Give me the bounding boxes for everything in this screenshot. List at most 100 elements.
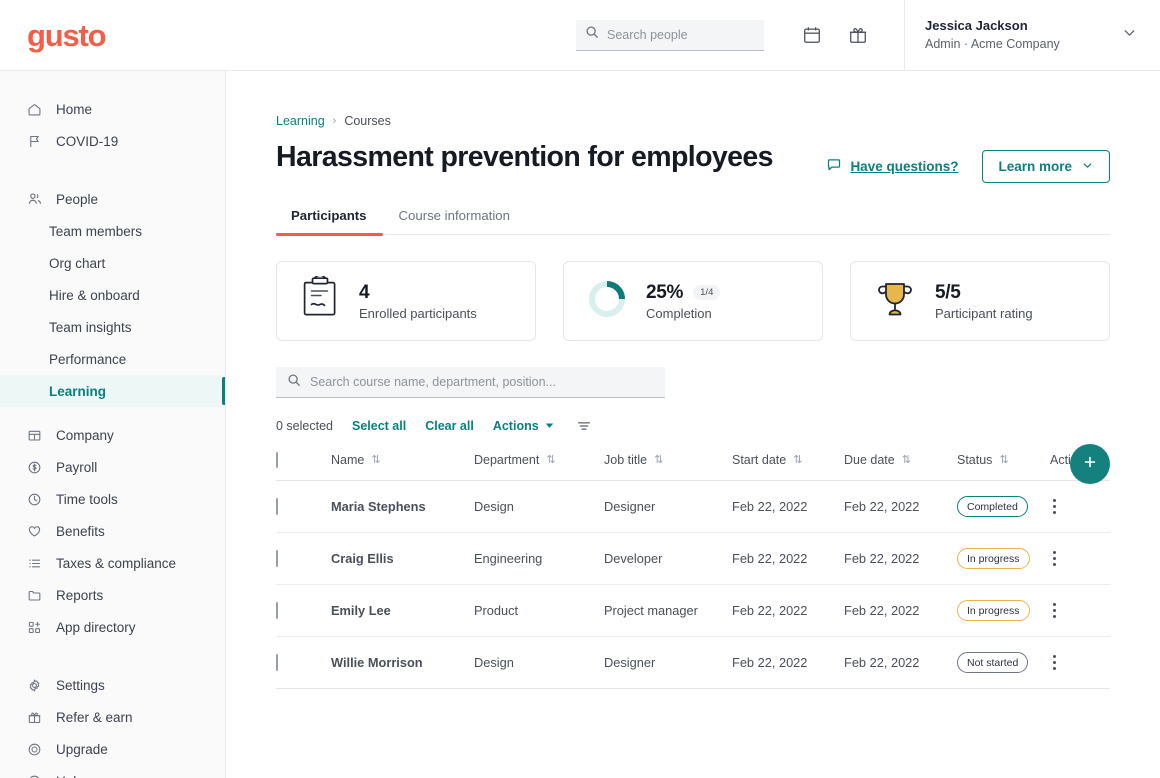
add-participant-button[interactable] [1070, 444, 1110, 484]
row-checkbox[interactable] [276, 550, 278, 567]
sort-icon[interactable]: ⇅ [902, 455, 911, 466]
actions-dropdown[interactable]: Actions [493, 419, 554, 433]
table-row[interactable]: Craig Ellis Engineering Developer Feb 22… [276, 533, 1110, 585]
column-label: Status [957, 453, 992, 467]
card-enrolled-participants: 4 Enrolled participants [276, 261, 536, 341]
sidebar-item-reports[interactable]: Reports [0, 579, 225, 611]
page-title: Harassment prevention for employees [276, 141, 826, 175]
sort-icon[interactable]: ⇅ [999, 455, 1008, 466]
sidebar-item-hire-and-onboard[interactable]: Hire & onboard [0, 279, 225, 311]
sort-icon[interactable]: ⇅ [654, 455, 663, 466]
plus-icon [1082, 454, 1098, 475]
sidebar-spacer-2 [0, 407, 225, 419]
gusto-logo[interactable]: gusto [0, 20, 226, 51]
column-header-start-date[interactable]: Start date ⇅ [732, 453, 844, 481]
sidebar-item-org-chart[interactable]: Org chart [0, 247, 225, 279]
actions-label: Actions [493, 419, 539, 433]
clear-all-link[interactable]: Clear all [425, 419, 474, 433]
column-header-due-date[interactable]: Due date ⇅ [844, 453, 957, 481]
sidebar-item-learning[interactable]: Learning [0, 375, 225, 407]
sidebar-item-people[interactable]: People [0, 183, 225, 215]
chevron-down-icon[interactable] [1121, 24, 1160, 46]
filter-icon[interactable] [576, 418, 592, 434]
select-all-link[interactable]: Select all [352, 419, 406, 433]
sidebar-item-payroll[interactable]: Payroll [0, 451, 225, 483]
chat-bubble-icon [826, 157, 842, 176]
donut-progress-icon [586, 278, 628, 325]
sidebar-item-benefits[interactable]: Benefits [0, 515, 225, 547]
sidebar-item-label: Hire & onboard [49, 288, 140, 303]
card-value: 5/5 [935, 282, 961, 304]
upgrade-icon [26, 741, 43, 758]
column-header-job-title[interactable]: Job title ⇅ [604, 453, 732, 481]
gift-icon[interactable] [848, 25, 868, 45]
select-all-checkbox[interactable] [276, 452, 278, 468]
selected-count: 0 selected [276, 419, 333, 433]
question-circle-icon [26, 773, 43, 778]
tab-course-information[interactable]: Course information [383, 208, 526, 234]
sidebar-item-covid-19[interactable]: COVID-19 [0, 125, 225, 157]
row-checkbox[interactable] [276, 654, 278, 671]
breadcrumb-separator: › [333, 115, 337, 127]
sidebar-item-company[interactable]: Company [0, 419, 225, 451]
top-bar: gusto Search people [0, 0, 1160, 71]
active-indicator [222, 377, 225, 405]
row-menu-icon[interactable] [1050, 655, 1110, 671]
completion-fraction-badge: 1/4 [693, 285, 720, 300]
sidebar-item-help[interactable]: Help [0, 765, 225, 778]
table-row[interactable]: Emily Lee Product Project manager Feb 22… [276, 585, 1110, 637]
sidebar-item-performance[interactable]: Performance [0, 343, 225, 375]
sidebar-item-upgrade[interactable]: Upgrade [0, 733, 225, 765]
cell-department: Engineering [474, 533, 604, 585]
sort-icon[interactable]: ⇅ [793, 455, 802, 466]
calendar-icon[interactable] [802, 25, 822, 45]
row-menu-icon[interactable] [1050, 499, 1110, 515]
dollar-circle-icon [26, 459, 43, 476]
search-icon [585, 25, 599, 44]
table-row[interactable]: Maria Stephens Design Designer Feb 22, 2… [276, 481, 1110, 533]
row-checkbox[interactable] [276, 498, 278, 515]
cell-due-date: Feb 22, 2022 [844, 481, 957, 533]
row-menu-icon[interactable] [1050, 551, 1110, 567]
sidebar-item-refer-and-earn[interactable]: Refer & earn [0, 701, 225, 733]
have-questions-link[interactable]: Have questions? [826, 157, 958, 176]
breadcrumb-current: Courses [344, 114, 391, 128]
user-menu[interactable]: Jessica Jackson Admin · Acme Company [904, 0, 1160, 71]
column-header-status[interactable]: Status ⇅ [957, 453, 1050, 481]
sidebar-item-app-directory[interactable]: App directory [0, 611, 225, 643]
app-root: gusto Search people [0, 0, 1160, 778]
learn-more-button[interactable]: Learn more [982, 150, 1110, 183]
sort-icon[interactable]: ⇅ [371, 455, 380, 466]
people-search-input[interactable]: Search people [576, 20, 764, 51]
card-text: 5/5 Participant rating [935, 282, 1033, 321]
status-badge: In progress [957, 548, 1030, 569]
cell-department: Design [474, 637, 604, 689]
column-header-name[interactable]: Name ⇅ [331, 453, 474, 481]
sidebar-item-settings[interactable]: Settings [0, 669, 225, 701]
apps-plus-icon [26, 619, 43, 636]
table-row[interactable]: Willie Morrison Design Designer Feb 22, … [276, 637, 1110, 689]
sidebar-item-team-insights[interactable]: Team insights [0, 311, 225, 343]
breadcrumb-link-learning[interactable]: Learning [276, 114, 325, 128]
column-header-department[interactable]: Department ⇅ [474, 453, 604, 481]
cell-status: In progress [957, 533, 1050, 585]
cell-start-date: Feb 22, 2022 [732, 585, 844, 637]
search-icon [287, 373, 301, 392]
user-role: Admin · Acme Company [925, 35, 1113, 53]
row-checkbox[interactable] [276, 602, 278, 619]
sidebar-item-label: Settings [56, 678, 105, 693]
cell-name: Craig Ellis [331, 533, 474, 585]
sidebar-item-taxes-and-compliance[interactable]: Taxes & compliance [0, 547, 225, 579]
cell-job-title: Designer [604, 481, 732, 533]
card-participant-rating: 5/5 Participant rating [850, 261, 1110, 341]
cell-due-date: Feb 22, 2022 [844, 533, 957, 585]
sidebar-item-label: Refer & earn [56, 710, 133, 725]
sidebar-item-team-members[interactable]: Team members [0, 215, 225, 247]
tab-participants[interactable]: Participants [276, 208, 383, 234]
status-badge: Not started [957, 652, 1028, 673]
sidebar-item-home[interactable]: Home [0, 93, 225, 125]
course-search-input[interactable]: Search course name, department, position… [276, 367, 665, 398]
sort-icon[interactable]: ⇅ [546, 455, 555, 466]
sidebar-item-time-tools[interactable]: Time tools [0, 483, 225, 515]
row-menu-icon[interactable] [1050, 603, 1110, 619]
